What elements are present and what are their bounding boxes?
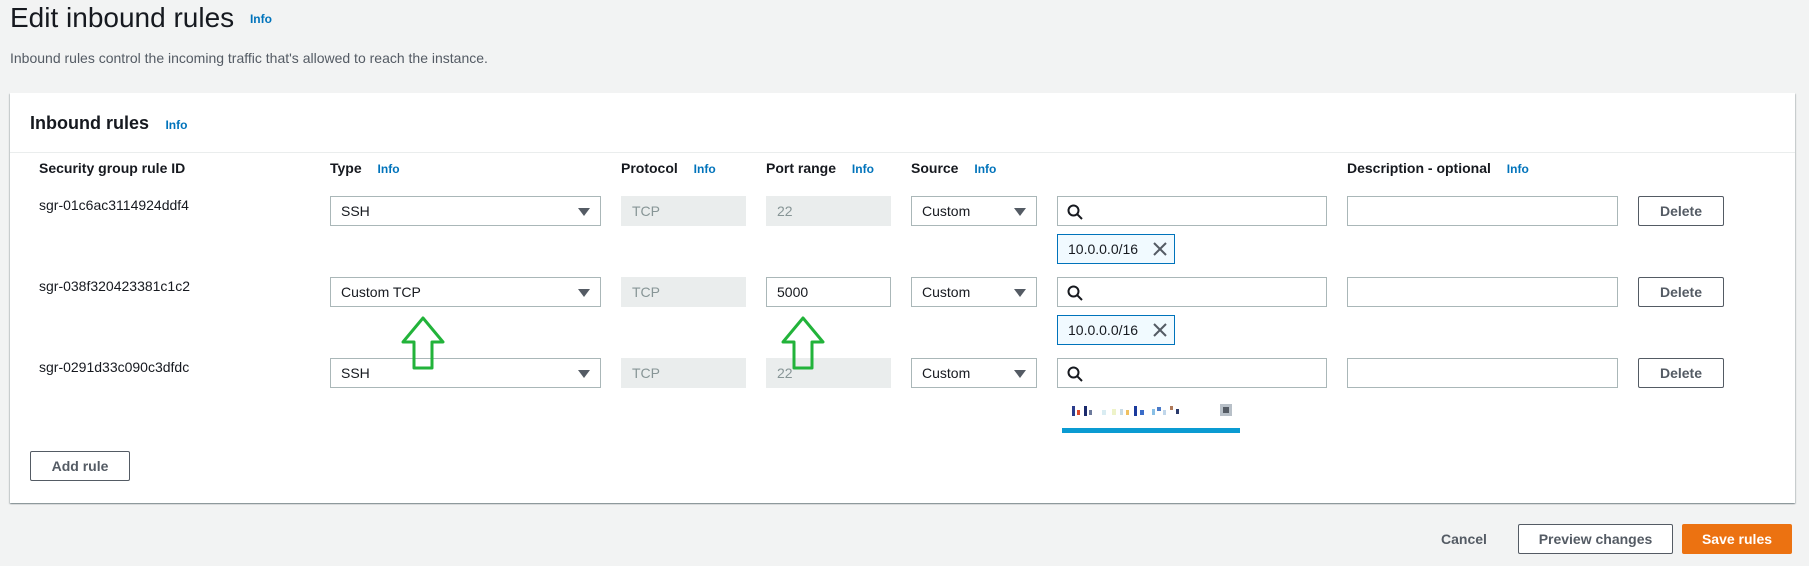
col-header-rule-id-label: Security group rule ID [39, 160, 186, 176]
source-select[interactable]: Custom [911, 196, 1037, 226]
panel-title-wrap: Inbound rules Info [30, 113, 1775, 134]
type-select[interactable]: SSH [330, 358, 601, 388]
cidr-token-label: 10.0.0.0/16 [1068, 322, 1139, 338]
col-header-source-label: Source [911, 160, 959, 176]
search-icon [1067, 285, 1083, 301]
type-info-link[interactable]: Info [378, 162, 400, 176]
col-header-type: Type Info [330, 160, 400, 176]
redacted-token-underline [1062, 428, 1240, 433]
description-info-link[interactable]: Info [1507, 162, 1529, 176]
cidr-token-label: 10.0.0.0/16 [1068, 241, 1139, 257]
col-header-protocol-label: Protocol [621, 160, 678, 176]
col-header-description: Description - optional Info [1347, 160, 1529, 176]
type-select-value: SSH [341, 203, 370, 219]
add-rule-button[interactable]: Add rule [30, 451, 130, 481]
col-header-protocol: Protocol Info [621, 160, 716, 176]
caret-down-icon [578, 370, 590, 378]
delete-button[interactable]: Delete [1638, 277, 1724, 307]
cidr-search-input[interactable] [1057, 196, 1327, 226]
arrow-up-annotation [401, 316, 445, 370]
cidr-search-input[interactable] [1057, 358, 1327, 388]
arrow-up-annotation [781, 316, 825, 370]
type-select-value: Custom TCP [341, 284, 421, 300]
save-rules-button[interactable]: Save rules [1682, 524, 1792, 554]
preview-changes-button[interactable]: Preview changes [1518, 524, 1673, 554]
col-header-source: Source Info [911, 160, 996, 176]
port-range-info-link[interactable]: Info [852, 162, 874, 176]
cidr-token: 10.0.0.0/16 [1057, 315, 1175, 345]
cancel-button[interactable]: Cancel [1441, 531, 1487, 547]
delete-button[interactable]: Delete [1638, 358, 1724, 388]
col-header-rule-id: Security group rule ID [39, 160, 185, 176]
inbound-rules-panel: Inbound rules Info Security group rule I… [10, 93, 1795, 503]
source-info-link[interactable]: Info [974, 162, 996, 176]
caret-down-icon [578, 208, 590, 216]
col-header-description-label: Description - optional [1347, 160, 1491, 176]
caret-down-icon [1014, 370, 1026, 378]
protocol-field: TCP [621, 277, 746, 307]
rule-id: sgr-0291d33c090c3dfdc [39, 359, 190, 375]
description-input[interactable] [1347, 277, 1618, 307]
type-select[interactable]: SSH [330, 196, 601, 226]
protocol-info-link[interactable]: Info [694, 162, 716, 176]
panel-header: Inbound rules Info [10, 93, 1795, 153]
source-select[interactable]: Custom [911, 358, 1037, 388]
page-title: Edit inbound rules Info [10, 2, 272, 34]
type-select[interactable]: Custom TCP [330, 277, 601, 307]
protocol-field: TCP [621, 196, 746, 226]
page-info-link[interactable]: Info [250, 12, 272, 26]
panel-title: Inbound rules [30, 113, 149, 133]
description-input[interactable] [1347, 358, 1618, 388]
col-header-type-label: Type [330, 160, 362, 176]
source-select-value: Custom [922, 284, 971, 300]
redacted-token [1062, 397, 1240, 433]
page-description: Inbound rules control the incoming traff… [10, 50, 488, 66]
search-icon [1067, 204, 1083, 220]
type-select-value: SSH [341, 365, 370, 381]
caret-down-icon [1014, 208, 1026, 216]
source-select-value: Custom [922, 203, 971, 219]
caret-down-icon [578, 289, 590, 297]
page-title-text: Edit inbound rules [10, 2, 235, 33]
search-icon [1067, 366, 1083, 382]
source-select-value: Custom [922, 365, 971, 381]
protocol-field: TCP [621, 358, 746, 388]
description-input[interactable] [1347, 196, 1618, 226]
col-header-port-range-label: Port range [766, 160, 837, 176]
cidr-search-input[interactable] [1057, 277, 1327, 307]
panel-info-link[interactable]: Info [165, 118, 187, 132]
close-icon[interactable] [1152, 322, 1168, 338]
port-range-field: 22 [766, 196, 891, 226]
delete-button[interactable]: Delete [1638, 196, 1724, 226]
cidr-token: 10.0.0.0/16 [1057, 234, 1175, 264]
rule-id: sgr-01c6ac3114924ddf4 [39, 197, 189, 213]
close-icon[interactable] [1152, 241, 1168, 257]
port-range-input[interactable]: 5000 [766, 277, 891, 307]
rule-id: sgr-038f320423381c1c2 [39, 278, 191, 294]
caret-down-icon [1014, 289, 1026, 297]
source-select[interactable]: Custom [911, 277, 1037, 307]
col-header-port-range: Port range Info [766, 160, 874, 176]
